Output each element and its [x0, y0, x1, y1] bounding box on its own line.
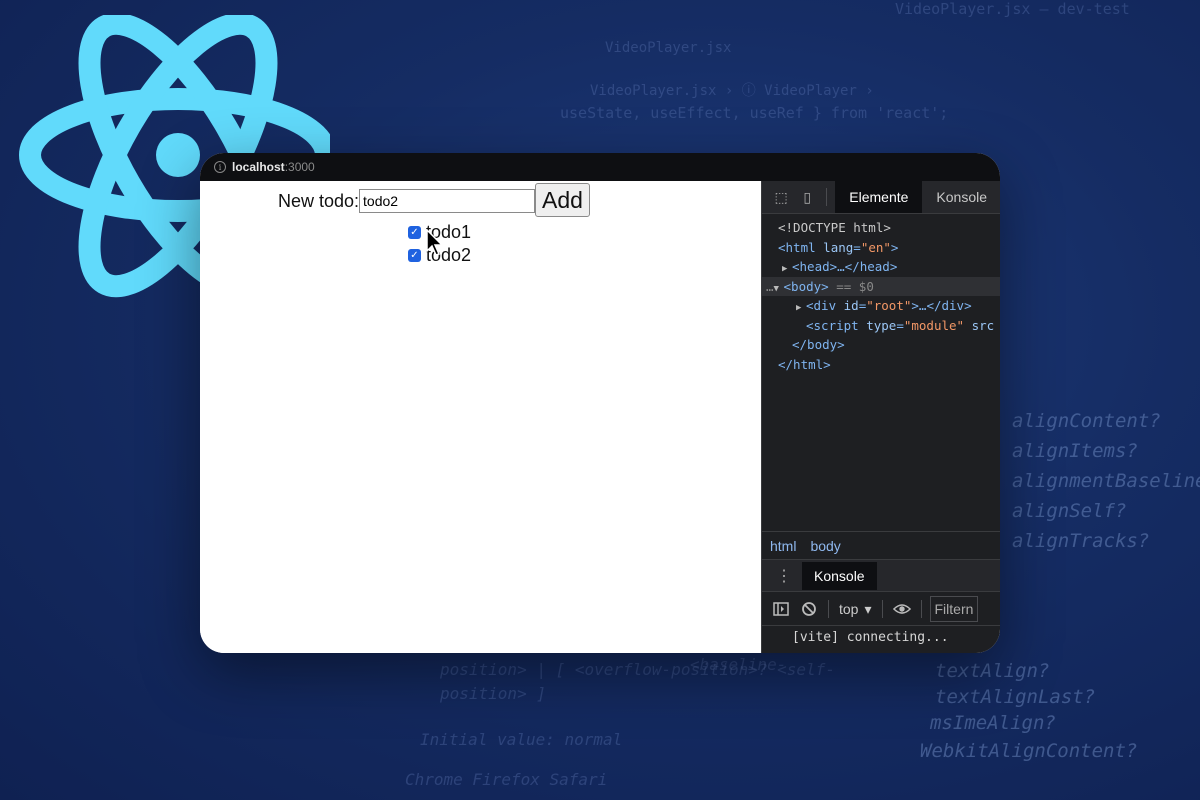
bg-css-snippet: <baseline- [690, 655, 787, 674]
bg-completion: alignItems? [1012, 440, 1138, 462]
dom-tree: <!DOCTYPE html> <html lang="en"> ▶ <head>… [762, 214, 1000, 374]
toolbar-divider [828, 600, 829, 618]
new-todo-input[interactable] [359, 189, 536, 213]
sidebar-toggle-icon[interactable] [772, 600, 790, 618]
mouse-cursor-icon [426, 229, 444, 256]
bg-css-snippet: position> | [ <overflow-position>? <self… [440, 660, 835, 679]
lang-value: "en" [860, 239, 891, 255]
tab-elements[interactable]: Elemente [835, 181, 923, 213]
bg-completion: textAlign? [935, 660, 1050, 682]
collapse-triangle-icon[interactable]: ▼ [774, 280, 784, 297]
browser-window: i localhost:3000 New todo: Add ✓ todo1 ✓… [200, 153, 1000, 653]
url-host: localhost [232, 160, 285, 174]
bg-completion: alignSelf? [1012, 500, 1127, 522]
html-tag: <html [778, 239, 816, 255]
todo-checkbox[interactable]: ✓ [408, 226, 421, 239]
dom-node-html[interactable]: <html lang="en"> [762, 238, 1000, 258]
browser-address-bar[interactable]: i localhost:3000 [200, 153, 1000, 181]
console-message: [vite] connecting... [762, 625, 1000, 653]
breadcrumb-html[interactable]: html [770, 538, 796, 554]
new-todo-label: New todo: [278, 191, 360, 211]
script-tag: <script [806, 317, 859, 333]
todo-form: New todo: Add [278, 181, 590, 217]
devtools-toolbar: ⬚ ▯ Elemente Konsole [762, 181, 1000, 214]
drawer-tab-console[interactable]: Konsole [802, 562, 877, 590]
bg-completion: WebkitAlignContent? [920, 740, 1138, 762]
bg-completion: textAlignLast? [935, 686, 1096, 708]
console-toolbar: top ▾ Filtern [762, 591, 1000, 626]
dropdown-arrow-icon: ▾ [864, 600, 872, 617]
more-dots-icon[interactable]: … [766, 279, 774, 294]
live-expression-eye-icon[interactable] [892, 600, 911, 618]
expand-triangle-icon[interactable]: ▶ [782, 260, 792, 277]
div-close: >…</div> [911, 298, 972, 313]
dom-node-body[interactable]: …▼ <body> == $0 [762, 276, 1000, 297]
body-tag: <body> [783, 278, 829, 294]
bg-breadcrumb: VideoPlayer.jsx › ⓘ VideoPlayer › [590, 83, 874, 99]
add-button[interactable]: Add [535, 183, 590, 217]
dom-node-doctype[interactable]: <!DOCTYPE html> [762, 218, 1000, 238]
device-toolbar-icon[interactable]: ▯ [800, 189, 814, 205]
body-close-tag: </body> [792, 337, 845, 352]
dom-node-div-root[interactable]: ▶ <div id="root">…</div> [762, 296, 1000, 316]
drawer-menu-icon[interactable]: ⋮ [776, 566, 792, 586]
div-tag: <div [806, 298, 837, 313]
type-value: "module" [903, 317, 965, 333]
tab-console[interactable]: Konsole [922, 181, 1000, 213]
toolbar-divider [826, 188, 828, 206]
dom-node-body-close[interactable]: </body> [762, 335, 1000, 355]
bg-completion: alignTracks? [1012, 530, 1150, 552]
element-breadcrumbs: html body [762, 531, 1000, 560]
context-label: top [839, 600, 859, 617]
bg-tab-name: VideoPlayer.jsx [605, 40, 732, 56]
bg-browsers: Chrome Firefox Safari [405, 770, 608, 789]
doctype-text: <!DOCTYPE html> [778, 220, 891, 235]
bg-initial-value: Initial value: normal [420, 730, 623, 749]
console-filter-input[interactable]: Filtern [929, 596, 979, 622]
context-selector[interactable]: top ▾ [839, 601, 872, 618]
site-info-icon[interactable]: i [214, 161, 226, 173]
page-viewport: New todo: Add ✓ todo1 ✓ todo2 [200, 181, 761, 653]
bg-import-line: useState, useEffect, useRef } from 'reac… [560, 104, 949, 122]
drawer-tabbar: ⋮ Konsole [762, 559, 1000, 592]
toolbar-divider [920, 600, 922, 618]
expand-triangle-icon[interactable]: ▶ [796, 299, 806, 316]
clear-console-icon[interactable] [800, 600, 818, 618]
bg-completion: alignmentBaseline? [1012, 470, 1200, 492]
id-attr: id [843, 298, 859, 313]
id-value: "root" [866, 298, 912, 313]
url-port: :3000 [284, 160, 315, 174]
dom-node-html-close[interactable]: </html> [762, 355, 1000, 375]
devtools-panel: ⬚ ▯ Elemente Konsole <!DOCTYPE html> <ht… [761, 181, 1000, 653]
selected-ref: == $0 [836, 278, 874, 294]
bg-css-snippet: position> ] [440, 684, 546, 703]
bg-editor-title: VideoPlayer.jsx — dev-test [895, 0, 1130, 18]
html-close-tag: </html> [778, 356, 831, 372]
type-attr: type [866, 317, 897, 333]
dom-node-script[interactable]: <script type="module" src [762, 316, 1000, 336]
lang-attr: lang [823, 239, 854, 255]
breadcrumb-body[interactable]: body [810, 538, 840, 554]
toolbar-divider [881, 600, 883, 618]
todo-checkbox[interactable]: ✓ [408, 249, 421, 262]
dom-node-head[interactable]: ▶ <head>…</head> [762, 257, 1000, 277]
bg-completion: msImeAlign? [930, 712, 1056, 734]
bg-completion: alignContent? [1012, 410, 1161, 432]
inspect-element-icon[interactable]: ⬚ [774, 189, 788, 205]
head-tag: <head>…</head> [792, 259, 898, 274]
src-attr: src [971, 317, 995, 333]
